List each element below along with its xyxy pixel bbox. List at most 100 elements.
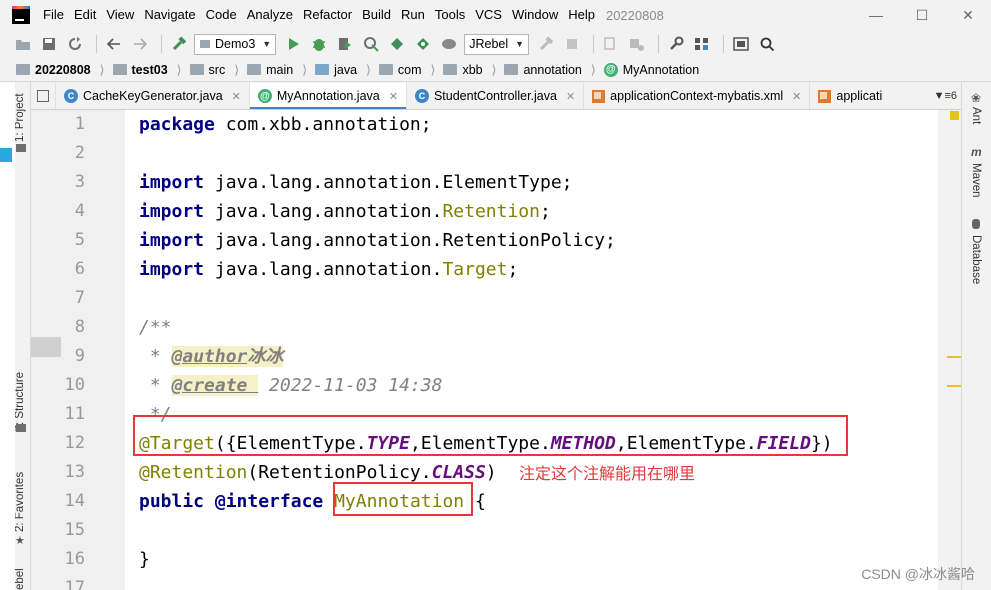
run-icon[interactable] (282, 33, 304, 55)
menu-edit[interactable]: Edit (69, 0, 101, 30)
error-stripe-marker[interactable] (947, 356, 961, 358)
tool-favorites[interactable]: 2: Favorites (14, 472, 26, 532)
code-line-16: } (139, 549, 150, 570)
line-number: 17 (64, 578, 85, 590)
line-number: 1 (74, 114, 85, 134)
tool-jrebel[interactable]: ebel (14, 568, 26, 590)
window-controls: — ☐ ✕ (853, 0, 991, 30)
open-folder-icon[interactable] (12, 33, 34, 55)
jrebel-icon[interactable] (438, 33, 460, 55)
breadcrumb-item-com[interactable]: com ⟩ (378, 62, 435, 77)
breadcrumb-item-annotation[interactable]: annotation ⟩ (504, 62, 596, 77)
ant-icon: ❀ (971, 91, 982, 105)
debug-icon[interactable] (308, 33, 330, 55)
main-toolbar: Demo3 ▼ JRebel ▼ (0, 30, 991, 58)
tool-database[interactable]: Database (970, 235, 982, 284)
tool-maven[interactable]: Maven (970, 163, 982, 198)
overflow-list-icon: ▼≡ (933, 90, 951, 102)
chevron-right-icon: ⟩ (234, 63, 240, 77)
hammer-disabled-icon[interactable] (535, 33, 557, 55)
tab-label: MyAnnotation.java (276, 89, 380, 103)
breadcrumb-label: xbb (462, 62, 483, 77)
jrebel-select[interactable]: JRebel ▼ (464, 33, 530, 55)
warning-indicator-icon[interactable] (950, 111, 959, 120)
menu-code[interactable]: Code (201, 0, 242, 30)
toolbar-separator (593, 35, 595, 53)
breadcrumb-item-file[interactable]: @ MyAnnotation (603, 62, 699, 77)
folder-icon (16, 64, 30, 75)
line-number: 11 (64, 404, 85, 424)
save-icon[interactable] (38, 33, 60, 55)
search-icon[interactable] (756, 33, 778, 55)
code-line-3: import java.lang.annotation.ElementType; (139, 172, 573, 193)
tab-overflow-left[interactable] (31, 83, 56, 109)
close-icon[interactable]: ✕ (389, 90, 398, 103)
breadcrumb-item-java[interactable]: java ⟩ (315, 62, 371, 77)
tool-structure[interactable]: Z: Structure (14, 372, 26, 432)
presentation-icon[interactable] (730, 33, 752, 55)
xml-icon (592, 89, 606, 103)
tab-studentcontroller[interactable]: C StudentController.java ✕ (407, 83, 585, 109)
forward-arrow-icon[interactable] (129, 33, 151, 55)
tab-applicationcontext-mybatis[interactable]: applicationContext-mybatis.xml ✕ (584, 83, 811, 109)
breadcrumb-item-main[interactable]: main ⟩ (247, 62, 307, 77)
breadcrumb: 20220808 ⟩ test03 ⟩ src ⟩ main ⟩ java ⟩ … (0, 58, 991, 82)
toolbar-separator (96, 35, 97, 53)
menu-navigate[interactable]: Navigate (139, 0, 200, 30)
breadcrumb-label: com (397, 62, 422, 77)
menu-help[interactable]: Help (563, 0, 600, 30)
remote-icon[interactable] (626, 33, 648, 55)
minimize-icon[interactable]: — (853, 0, 899, 30)
package-icon (504, 64, 519, 75)
config-icon (200, 40, 210, 48)
menu-run[interactable]: Run (396, 0, 430, 30)
menu-window[interactable]: Window (507, 0, 563, 30)
menu-tools[interactable]: Tools (430, 0, 470, 30)
error-stripe-marker[interactable] (947, 385, 961, 387)
sync-icon[interactable] (64, 33, 86, 55)
code-line-9: * @author冰冰 (139, 346, 284, 367)
menu-view[interactable]: View (101, 0, 139, 30)
right-tool-strip: ❀ Ant m Maven Database (961, 83, 991, 590)
close-icon[interactable]: ✕ (792, 90, 801, 103)
jrebel-run-icon[interactable] (386, 33, 408, 55)
menu-file[interactable]: File (38, 0, 69, 30)
breadcrumb-item-xbb[interactable]: xbb ⟩ (443, 62, 496, 77)
chevron-right-icon: ⟩ (590, 63, 596, 77)
tool-ant[interactable]: Ant (970, 107, 982, 124)
back-arrow-icon[interactable] (103, 33, 125, 55)
menu-vcs[interactable]: VCS (470, 0, 507, 30)
run-config-select[interactable]: Demo3 ▼ (194, 33, 277, 55)
breadcrumb-label: 20220808 (35, 62, 91, 77)
tab-overflow-menu[interactable]: ▼≡ 6 (930, 83, 961, 109)
close-icon[interactable]: ✕ (566, 90, 575, 103)
project-structure-icon[interactable] (691, 33, 713, 55)
tool-project[interactable]: 1: Project (14, 93, 26, 142)
coverage-icon[interactable] (334, 33, 356, 55)
tab-myannotation[interactable]: @ MyAnnotation.java ✕ (249, 83, 407, 109)
maximize-icon[interactable]: ☐ (899, 0, 945, 30)
line-number: 2 (74, 143, 85, 163)
menu-analyze[interactable]: Analyze (242, 0, 298, 30)
intellij-logo-icon (12, 6, 30, 24)
tab-cachekeygenerator[interactable]: C CacheKeyGenerator.java ✕ (56, 83, 250, 109)
stop-icon[interactable] (561, 33, 583, 55)
close-icon[interactable]: ✕ (232, 90, 241, 103)
chevron-right-icon: ⟩ (176, 63, 182, 77)
settings-wrench-icon[interactable] (665, 33, 687, 55)
close-icon[interactable]: ✕ (945, 0, 991, 30)
breadcrumb-item-module[interactable]: test03 ⟩ (112, 62, 182, 77)
attach-icon[interactable] (600, 33, 622, 55)
menu-build[interactable]: Build (357, 0, 396, 30)
window-title: 20220808 (605, 7, 664, 23)
menu-refactor[interactable]: Refactor (298, 0, 357, 30)
profile-icon[interactable] (360, 33, 382, 55)
breadcrumb-item-src[interactable]: src ⟩ (189, 62, 240, 77)
jrebel-debug-icon[interactable] (412, 33, 434, 55)
breadcrumb-item-project[interactable]: 20220808 ⟩ (16, 62, 105, 77)
code-editor[interactable]: package com.xbb.annotation; import java.… (125, 110, 938, 590)
tab-applicati[interactable]: applicati (810, 83, 890, 109)
build-hammer-icon[interactable] (168, 33, 190, 55)
line-number: 10 (64, 375, 85, 395)
breadcrumb-label: src (208, 62, 226, 77)
